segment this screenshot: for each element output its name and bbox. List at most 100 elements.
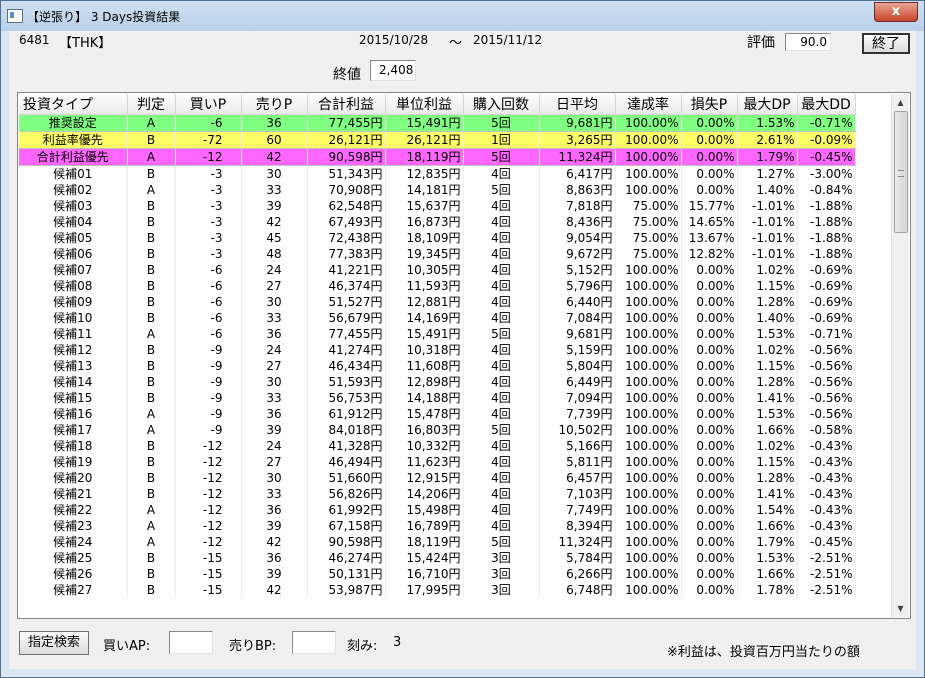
table-row[interactable]: 候補16 A -9 36 61,912円 15,478円 4回 7,739円 100.00% 0.… [19,406,856,422]
column-header[interactable]: 買いP [175,94,242,115]
column-header[interactable]: 判定 [127,94,176,115]
table-cell: -12 [175,486,242,502]
table-row[interactable]: 候補18 B -12 24 41,328円 10,332円 4回 5,166円 100.00% 0… [19,438,856,454]
window-close-button[interactable]: x [874,2,918,22]
table-cell: 4回 [463,214,540,230]
table-row[interactable]: 候補17 A -9 39 84,018円 16,803円 5回 10,502円 100.00% 0… [19,422,856,438]
table-cell: 15,637円 [385,198,464,214]
table-row[interactable]: 推奨設定 A -6 36 77,455円 15,491円 5回 9,681円 100.00% 0.… [19,114,856,132]
table-header: 投資タイプ 判定 買いP 売りP 合計利益 単位利益 購入回数 日平均 達成率 損失P 最大DP 最大… [19,94,856,115]
table-row[interactable]: 候補11 A -6 36 77,455円 15,491円 5回 9,681円 100.00% 0.… [19,326,856,342]
column-header[interactable]: 合計利益 [307,94,386,115]
table-row[interactable]: 候補03 B -3 39 62,548円 15,637円 4回 7,818円 75.00% 15.… [19,198,856,214]
table-cell: 4回 [463,406,540,422]
table-row[interactable]: 候補09 B -6 30 51,527円 12,881円 4回 6,440円 100.00% 0.… [19,294,856,310]
column-header[interactable]: 購入回数 [463,94,540,115]
vertical-scrollbar[interactable]: ▲ ▼ [891,94,909,617]
table-row[interactable]: 候補13 B -9 27 46,434円 11,608円 4回 5,804円 100.00% 0.… [19,358,856,374]
table-row[interactable]: 候補05 B -3 45 72,438円 18,109円 4回 9,054円 75.00% 13.… [19,230,856,246]
table-cell: 4回 [463,310,540,326]
table-cell: -12 [175,438,242,454]
table-cell: 30 [241,294,308,310]
table-row[interactable]: 候補25 B -15 36 46,274円 15,424円 3回 5,784円 100.00% 0… [19,550,856,566]
sell-bp-label: 売りBP: [229,639,277,654]
table-cell: -2.51% [797,566,856,582]
table-row[interactable]: 候補27 B -15 42 53,987円 17,995円 3回 6,748円 100.00% 0… [19,582,856,598]
app-icon [7,9,23,23]
sell-bp-input[interactable] [292,631,336,654]
table-cell: 0.00% [681,165,738,182]
table-cell: 30 [241,165,308,182]
table-row[interactable]: 候補06 B -3 48 77,383円 19,345円 4回 9,672円 75.00% 12.… [19,246,856,262]
table-cell: -0.56% [797,342,856,358]
table-cell: 62,548円 [307,198,386,214]
table-cell: B [127,310,176,326]
table-cell: 42 [241,534,308,550]
table-cell: 0.00% [681,390,738,406]
table-cell: 56,826円 [307,486,386,502]
table-row[interactable]: 候補24 A -12 42 90,598円 18,119円 5回 11,324円 100.00%… [19,534,856,550]
scroll-down-icon[interactable]: ▼ [892,600,909,617]
table-row[interactable]: 候補10 B -6 33 56,679円 14,169円 4回 7,084円 100.00% 0.… [19,310,856,326]
column-header[interactable]: 単位利益 [385,94,464,115]
table-cell: 10,305円 [385,262,464,278]
table-row[interactable]: 利益率優先 B -72 60 26,121円 26,121円 1回 3,265円 100.00%… [19,131,856,149]
column-header[interactable]: 最大DD [797,94,856,115]
table-cell: 100.00% [615,566,682,582]
table-cell: 0.00% [681,182,738,198]
table-cell: 1回 [463,131,540,149]
buy-ap-input[interactable] [169,631,213,654]
column-header[interactable]: 達成率 [615,94,682,115]
table-cell: 6,266円 [539,566,616,582]
table-cell: -12 [175,148,242,166]
table-cell: A [127,406,176,422]
table-row[interactable]: 候補20 B -12 30 51,660円 12,915円 4回 6,457円 100.00% 0… [19,470,856,486]
table-row[interactable]: 候補14 B -9 30 51,593円 12,898円 4回 6,449円 100.00% 0.… [19,374,856,390]
table-cell: 42 [241,214,308,230]
table-row[interactable]: 候補08 B -6 27 46,374円 11,593円 4回 5,796円 100.00% 0.… [19,278,856,294]
column-header[interactable]: 売りP [241,94,308,115]
column-header[interactable]: 日平均 [539,94,616,115]
table-row[interactable]: 候補12 B -9 24 41,274円 10,318円 4回 5,159円 100.00% 0.… [19,342,856,358]
table-cell: 1.78% [737,582,798,598]
table-cell: -3 [175,230,242,246]
table-cell: 77,383円 [307,246,386,262]
table-cell: 12,881円 [385,294,464,310]
table-cell: 候補13 [19,358,128,374]
table-cell: 1.02% [737,438,798,454]
table-cell: 12,915円 [385,470,464,486]
table-cell: -6 [175,114,242,132]
table-row[interactable]: 候補26 B -15 39 50,131円 16,710円 3回 6,266円 100.00% 0… [19,566,856,582]
end-button[interactable]: 終了 [862,33,910,54]
column-header[interactable]: 最大DP [737,94,798,115]
table-row[interactable]: 候補04 B -3 42 67,493円 16,873円 4回 8,436円 75.00% 14.… [19,214,856,230]
table-cell: 26,121円 [385,131,464,149]
table-row[interactable]: 候補22 A -12 36 61,992円 15,498円 4回 7,749円 100.00% 0… [19,502,856,518]
table-row[interactable]: 候補02 A -3 33 70,908円 14,181円 5回 8,863円 100.00% 0.… [19,182,856,198]
table-cell: -0.84% [797,182,856,198]
table-cell: 100.00% [615,165,682,182]
table-cell: 11,623円 [385,454,464,470]
scroll-up-icon[interactable]: ▲ [892,94,909,111]
table-cell: B [127,165,176,182]
table-row[interactable]: 候補21 B -12 33 56,826円 14,206円 4回 7,103円 100.00% 0… [19,486,856,502]
table-row[interactable]: 候補23 A -12 39 67,158円 16,789円 4回 8,394円 100.00% 0… [19,518,856,534]
table-cell: 18,109円 [385,230,464,246]
table-cell: 0.00% [681,470,738,486]
table-row[interactable]: 候補15 B -9 33 56,753円 14,188円 4回 7,094円 100.00% 0.… [19,390,856,406]
table-cell: 候補26 [19,566,128,582]
table-cell: 4回 [463,294,540,310]
table-cell: 84,018円 [307,422,386,438]
table-row[interactable]: 候補19 B -12 27 46,494円 11,623円 4回 5,811円 100.00% 0… [19,454,856,470]
table-row[interactable]: 合計利益優先 A -12 42 90,598円 18,119円 5回 11,324円 100.0… [19,148,856,166]
column-header[interactable]: 損失P [681,94,738,115]
table-cell: 2.61% [737,131,798,149]
table-row[interactable]: 候補07 B -6 24 41,221円 10,305円 4回 5,152円 100.00% 0.… [19,262,856,278]
table-cell: 0.00% [681,310,738,326]
title-bar[interactable]: 【逆張り】 3 Days投資結果 x [1,1,924,31]
scroll-thumb[interactable] [894,111,908,233]
column-header[interactable]: 投資タイプ [19,94,128,115]
table-row[interactable]: 候補01 B -3 30 51,343円 12,835円 4回 6,417円 100.00% 0.… [19,165,856,182]
search-button[interactable]: 指定検索 [19,631,89,655]
table-cell: 1.41% [737,486,798,502]
